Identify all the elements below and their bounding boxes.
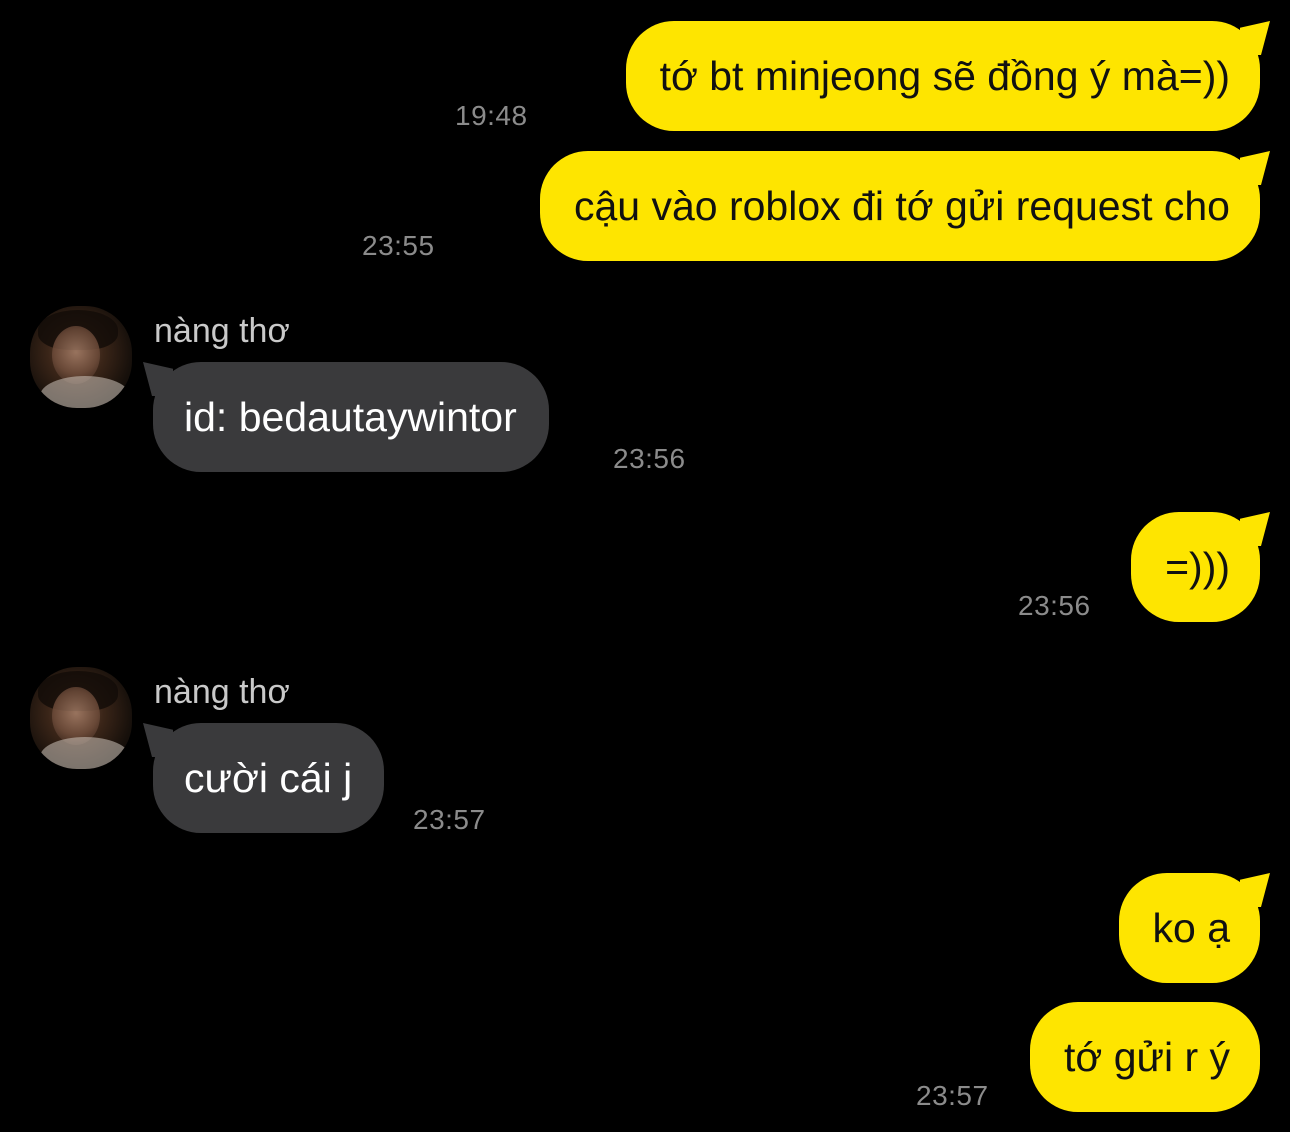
contact-avatar[interactable]: [30, 306, 132, 408]
chat-message-list[interactable]: tớ bt minjeong sẽ đồng ý mà=)) 19:48 cậu…: [0, 0, 1290, 1132]
message-timestamp: 23:56: [613, 443, 686, 474]
outgoing-message-bubble[interactable]: =))): [1131, 512, 1260, 622]
outgoing-message-bubble[interactable]: tớ bt minjeong sẽ đồng ý mà=)): [625, 21, 1260, 131]
message-timestamp: 23:57: [916, 1080, 989, 1111]
message-timestamp: 23:56: [1018, 590, 1091, 621]
message-timestamp: 23:57: [413, 804, 486, 835]
outgoing-message-bubble[interactable]: cậu vào roblox đi tớ gửi request cho: [539, 151, 1260, 261]
message-timestamp: 23:55: [362, 230, 435, 261]
message-timestamp: 19:48: [455, 100, 528, 131]
incoming-message-bubble[interactable]: id: bedautaywintor: [153, 362, 549, 472]
outgoing-message-bubble[interactable]: tớ gửi r ý: [1030, 1002, 1260, 1112]
sender-name: nàng thơ: [154, 673, 290, 711]
outgoing-message-bubble[interactable]: ko ạ: [1118, 873, 1260, 983]
incoming-message-bubble[interactable]: cười cái j: [153, 723, 385, 833]
contact-avatar[interactable]: [30, 667, 132, 769]
sender-name: nàng thơ: [154, 312, 290, 350]
